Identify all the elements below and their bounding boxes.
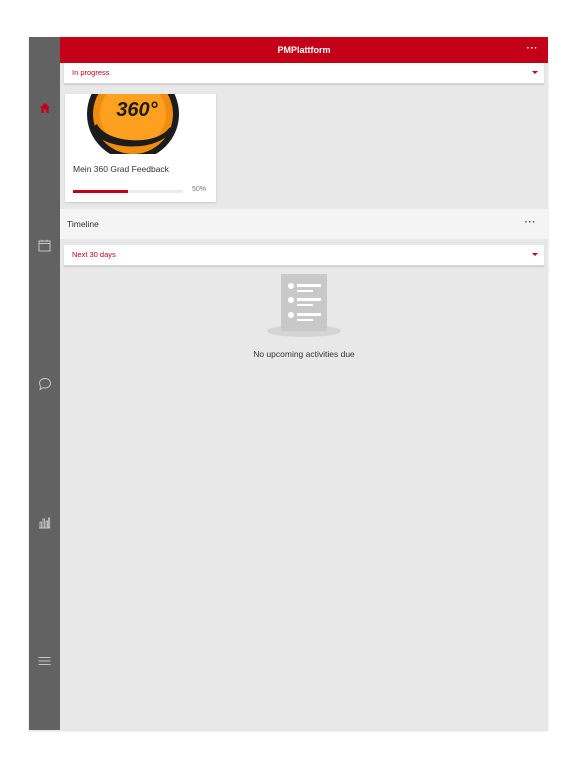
status-filter-select[interactable]: In progress: [64, 63, 544, 84]
card-image-text: 360°: [116, 99, 158, 121]
more-options-button[interactable]: ···: [527, 37, 539, 61]
sidebar: [29, 37, 60, 730]
timeline-header: Timeline ···: [60, 209, 548, 239]
chat-bubble-icon[interactable]: [37, 376, 52, 391]
top-bar: PMPlattform ···: [60, 37, 548, 63]
chevron-down-icon: [532, 71, 538, 74]
period-filter-value: Next 30 days: [72, 250, 116, 259]
timeline-title: Timeline: [67, 219, 99, 229]
empty-state-message: No upcoming activities due: [253, 349, 355, 359]
timeline-more-button[interactable]: ···: [525, 209, 537, 237]
card-image: 360°: [65, 94, 216, 154]
hamburger-menu-icon[interactable]: [37, 653, 52, 668]
app-frame: PMPlattform ··· In progress 360° Mein 36…: [29, 37, 548, 730]
chevron-down-icon: [532, 253, 538, 256]
feedback-card[interactable]: 360° Mein 360 Grad Feedback 50%: [65, 94, 216, 202]
progress-percent: 50%: [191, 186, 206, 193]
calendar-icon[interactable]: [37, 238, 52, 253]
progress-bar-fill: [73, 190, 128, 193]
home-icon[interactable]: [37, 100, 52, 115]
bar-chart-icon[interactable]: [37, 515, 52, 530]
period-filter-select[interactable]: Next 30 days: [64, 245, 544, 266]
status-filter-value: In progress: [72, 68, 110, 77]
card-title: Mein 360 Grad Feedback: [73, 164, 169, 174]
progress-bar: [73, 190, 183, 193]
empty-list-icon: [266, 274, 342, 340]
app-title: PMPlattform: [277, 45, 331, 55]
